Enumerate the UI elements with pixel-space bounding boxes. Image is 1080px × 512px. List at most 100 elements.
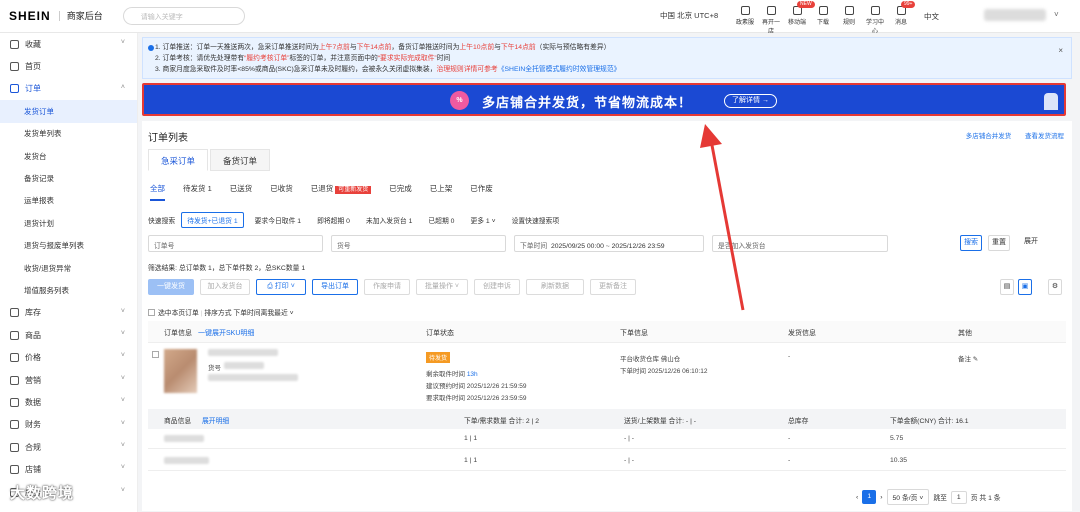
print-dropdown[interactable]: ⎙ 打印 ˅ [256,279,306,295]
tool-label: 规则 [842,20,855,26]
list-view-icon[interactable]: ▤ [1000,279,1014,295]
sidebar-item-6[interactable]: 备货记录 [0,167,137,189]
status-tab-voided[interactable]: 已作废 [470,183,493,201]
sort-dropdown[interactable]: 排序方式 下单时间离我最近 ˅ [204,310,293,317]
status-tab-returned[interactable]: 已退货 可重新发货 [311,183,372,201]
status-tab-all[interactable]: 全部 [150,183,165,201]
note-edit[interactable]: 备注 ✎ [958,353,978,363]
update-note-button[interactable]: 更新备注 [590,279,636,295]
sidebar-item-2[interactable]: 订单 ˄ [0,78,137,100]
prev-page[interactable]: ‹ [856,494,858,501]
batch-actions-dropdown[interactable]: 批量操作 ˅ [416,279,468,295]
export-orders-button[interactable]: 导出订单 [312,279,358,295]
quick-chip[interactable]: 待发货+已退货 1 [181,212,244,228]
quick-chip[interactable]: 要求今日取件 1 [250,213,306,227]
quick-chip[interactable]: 即将超期 0 [312,213,355,227]
sku-input[interactable]: 货号 [331,235,506,252]
expand-sku-link[interactable]: 一键展开SKU明细 [198,328,254,338]
sidebar-item-17[interactable]: 财务 ˅ [0,414,137,436]
sidebar-item-13[interactable]: 商品 ˅ [0,324,137,346]
product-thumbnail[interactable] [164,349,197,393]
sidebar-item-19[interactable]: 店铺 ˅ [0,458,137,480]
tool-learning[interactable]: 学习中心 [864,4,886,35]
settings-icon[interactable]: ⚙ [1048,279,1062,295]
sidebar-item-9[interactable]: 退货与报废单列表 [0,235,137,257]
sidebar-item-12[interactable]: 库存 ˅ [0,302,137,324]
search-button[interactable]: 搜索 [960,235,982,251]
page-title: 订单列表 [148,133,188,144]
more-dropdown[interactable]: 更多 1 ˅ [465,213,500,227]
sidebar-item-label: 订单 [25,84,41,94]
user-avatar-blurred[interactable] [984,9,1046,21]
void-request-button[interactable]: 作废申请 [364,279,410,295]
star-icon [10,39,19,49]
ship-process-link[interactable]: 查看发货流程 [1025,133,1064,140]
sidebar-item-4[interactable]: 发货单列表 [0,123,137,145]
multi-store-ship-link[interactable]: 多店铺合并发货 [966,133,1012,140]
join-shipping-desk-select[interactable]: 是否加入发货台 [712,235,888,252]
sidebar-item-8[interactable]: 退货计划 [0,212,137,234]
tool-government[interactable]: 政素服 [734,4,756,35]
sidebar-item-16[interactable]: 数据 ˅ [0,391,137,413]
global-search-input[interactable]: 请输入关键字 [122,7,245,25]
one-click-ship-button[interactable]: 一键发货 [148,279,194,295]
shein-logo[interactable]: SHEIN [9,9,51,23]
chevron-down-icon[interactable]: ˅ [1054,10,1059,19]
expand-detail-link[interactable]: 展开明细 [202,415,229,425]
sidebar-item-5[interactable]: 发货台 [0,145,137,167]
item-amount: 10.35 [890,457,908,464]
status-tab-shelved[interactable]: 已上架 [430,183,453,201]
quick-setting-link[interactable]: 设置快速搜索项 [507,213,565,227]
close-icon[interactable]: × [1058,45,1063,56]
tool-open-store[interactable]: 再开一店 [760,4,782,35]
status-tab-received[interactable]: 已收货 [270,183,293,201]
timezone-selector[interactable]: 中国 北京 UTC+8 [660,10,718,21]
sidebar-item-11[interactable]: 增值服务列表 [0,279,137,301]
order-time-range[interactable]: 下单时间 2025/09/25 00:00 ~ 2025/12/26 23:59 [514,235,704,252]
reset-button[interactable]: 重置 [988,235,1010,251]
page-size-select[interactable]: 50 条/页 ˅ [886,489,930,505]
status-tab-pending[interactable]: 待发货 1 [183,183,212,201]
promo-banner[interactable]: % 多店铺合并发货，节省物流成本！ 了解详情 → [142,83,1066,116]
select-page-checkbox[interactable] [148,309,155,316]
select-page-label: 选中本页订单 [158,310,199,317]
sidebar-item-18[interactable]: 合规 ˅ [0,436,137,458]
next-page[interactable]: › [880,494,882,501]
tool-download[interactable]: 下载 [812,4,834,35]
col-qty: 下单/需求数量 合计: 2 | 2 [464,418,540,425]
card-view-icon[interactable]: ▣ [1018,279,1032,295]
sidebar-item-1[interactable]: 首页 [0,55,137,77]
tool-label: 消息 [894,20,907,26]
status-tab-delivered[interactable]: 已送货 [230,183,253,201]
tab-stock-orders[interactable]: 备货订单 [210,149,271,171]
status-badge: 待发货 [426,352,451,363]
expand-filters[interactable]: 展开 [1016,235,1046,251]
page-number[interactable]: 1 [862,490,877,504]
row-checkbox[interactable] [152,351,159,358]
tab-urgent-orders[interactable]: 急采订单 [148,149,209,171]
create-appeal-button[interactable]: 创建申诉 [474,279,520,295]
sidebar-item-15[interactable]: 营销 ˅ [0,369,137,391]
shop-icon [10,465,19,475]
tool-messages[interactable]: 99+ 消息 [890,1,916,35]
rules-link[interactable]: 《SHEIN全托管模式履约时效管理规范》 [498,66,621,73]
quick-chip[interactable]: 未加入发货台 1 [361,213,417,227]
tool-mobile[interactable]: NEW 移动端 [786,1,815,35]
sidebar-item-3[interactable]: 发货订单 [0,100,137,123]
order-number-input[interactable]: 订单号 [148,235,323,252]
tool-rules[interactable]: 规则 [838,4,860,35]
sidebar-item-0[interactable]: 收藏 ˅ [0,33,137,55]
quick-chip[interactable]: 已超期 0 [423,213,459,227]
add-to-desk-button[interactable]: 加入发货台 [200,279,250,295]
sidebar-item-7[interactable]: 运单报表 [0,190,137,212]
sidebar-item-14[interactable]: 价格 ˅ [0,346,137,368]
col-ship-info: 发货信息 [788,330,816,337]
refresh-data-button[interactable]: 刷新数据 [526,279,584,295]
status-tab-completed[interactable]: 已完成 [389,183,412,201]
col-product-info: 商品信息 [164,418,192,425]
sidebar-item-label: 价格 [25,353,41,363]
sidebar-item-10[interactable]: 收货/退货异常 [0,257,137,279]
language-selector[interactable]: 中文 [924,11,939,22]
learn-more-button[interactable]: 了解详情 → [724,94,777,108]
goto-input[interactable]: 1 [950,490,967,504]
